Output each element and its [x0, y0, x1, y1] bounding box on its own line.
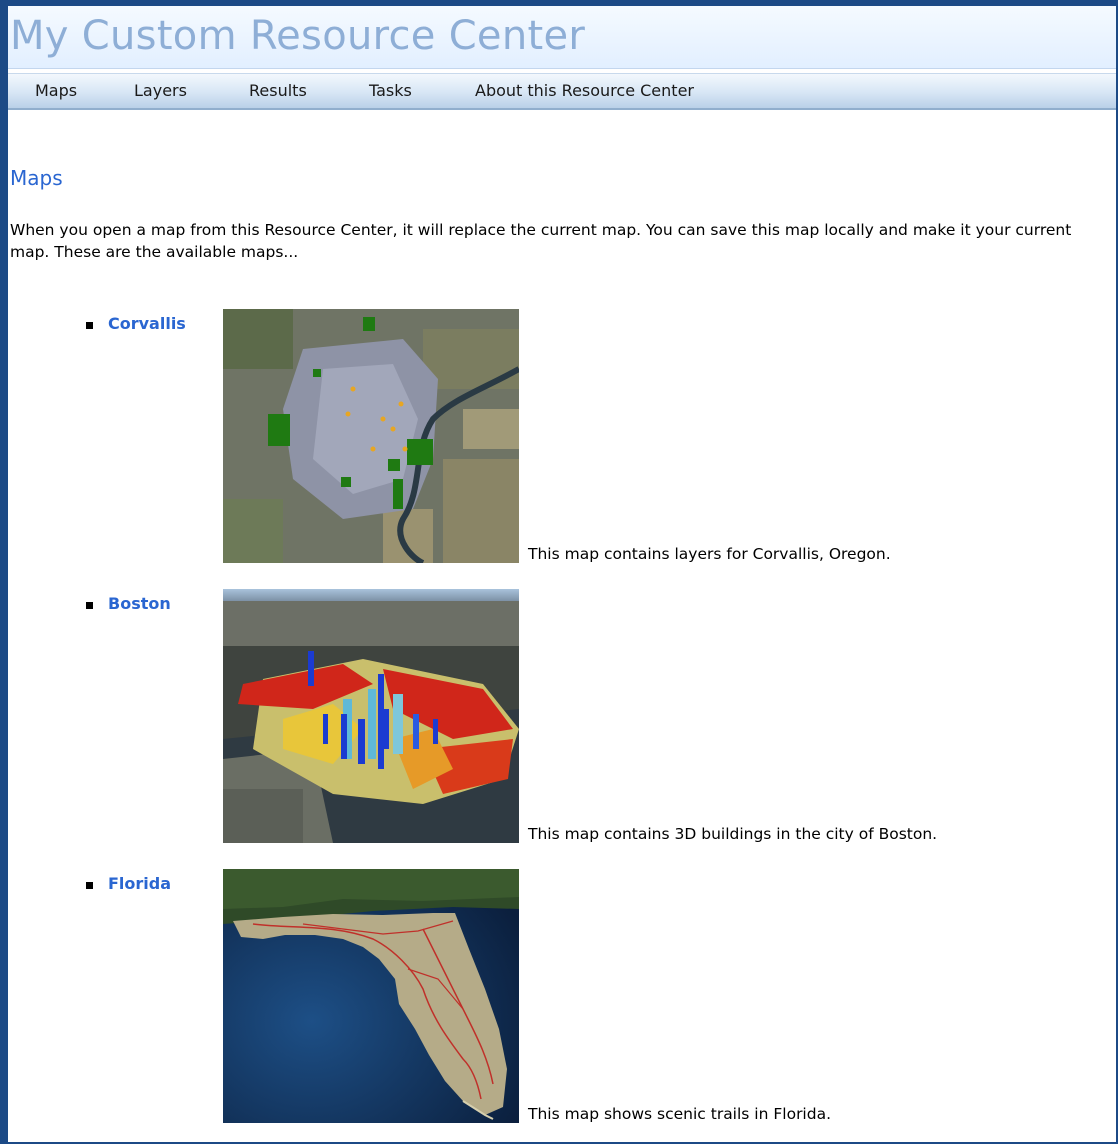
map-thumbnail-boston[interactable]: [223, 589, 519, 843]
map-list-item-corvallis: Corvallis This map contains layers for C…: [8, 309, 1108, 563]
nav-item-maps[interactable]: Maps: [35, 74, 77, 108]
list-bullet: [86, 602, 93, 609]
map-list-item-florida: Florida This map shows scenic trails in …: [8, 869, 1108, 1123]
nav-bar: Maps Layers Results Tasks About this Res…: [8, 73, 1116, 110]
map-list-item-boston: Boston This map contains 3D buildings in…: [8, 589, 1108, 843]
map-description-corvallis: This map contains layers for Corvallis, …: [528, 545, 891, 563]
page-title: My Custom Resource Center: [10, 13, 586, 59]
map-link-florida[interactable]: Florida: [108, 869, 171, 899]
list-bullet: [86, 322, 93, 329]
nav-item-layers[interactable]: Layers: [134, 74, 187, 108]
nav-item-results[interactable]: Results: [249, 74, 307, 108]
map-thumbnail-florida[interactable]: [223, 869, 519, 1123]
map-description-florida: This map shows scenic trails in Florida.: [528, 1105, 832, 1123]
page-header: My Custom Resource Center: [8, 6, 1116, 69]
nav-item-tasks[interactable]: Tasks: [369, 74, 412, 108]
map-link-boston[interactable]: Boston: [108, 589, 171, 619]
resource-center-page: My Custom Resource Center Maps Layers Re…: [8, 6, 1116, 1142]
section-title: Maps: [10, 166, 63, 190]
nav-item-about[interactable]: About this Resource Center: [475, 74, 694, 108]
list-bullet: [86, 882, 93, 889]
map-thumbnail-corvallis[interactable]: [223, 309, 519, 563]
map-link-corvallis[interactable]: Corvallis: [108, 309, 186, 339]
map-description-boston: This map contains 3D buildings in the ci…: [528, 825, 938, 843]
intro-text: When you open a map from this Resource C…: [10, 221, 1072, 261]
